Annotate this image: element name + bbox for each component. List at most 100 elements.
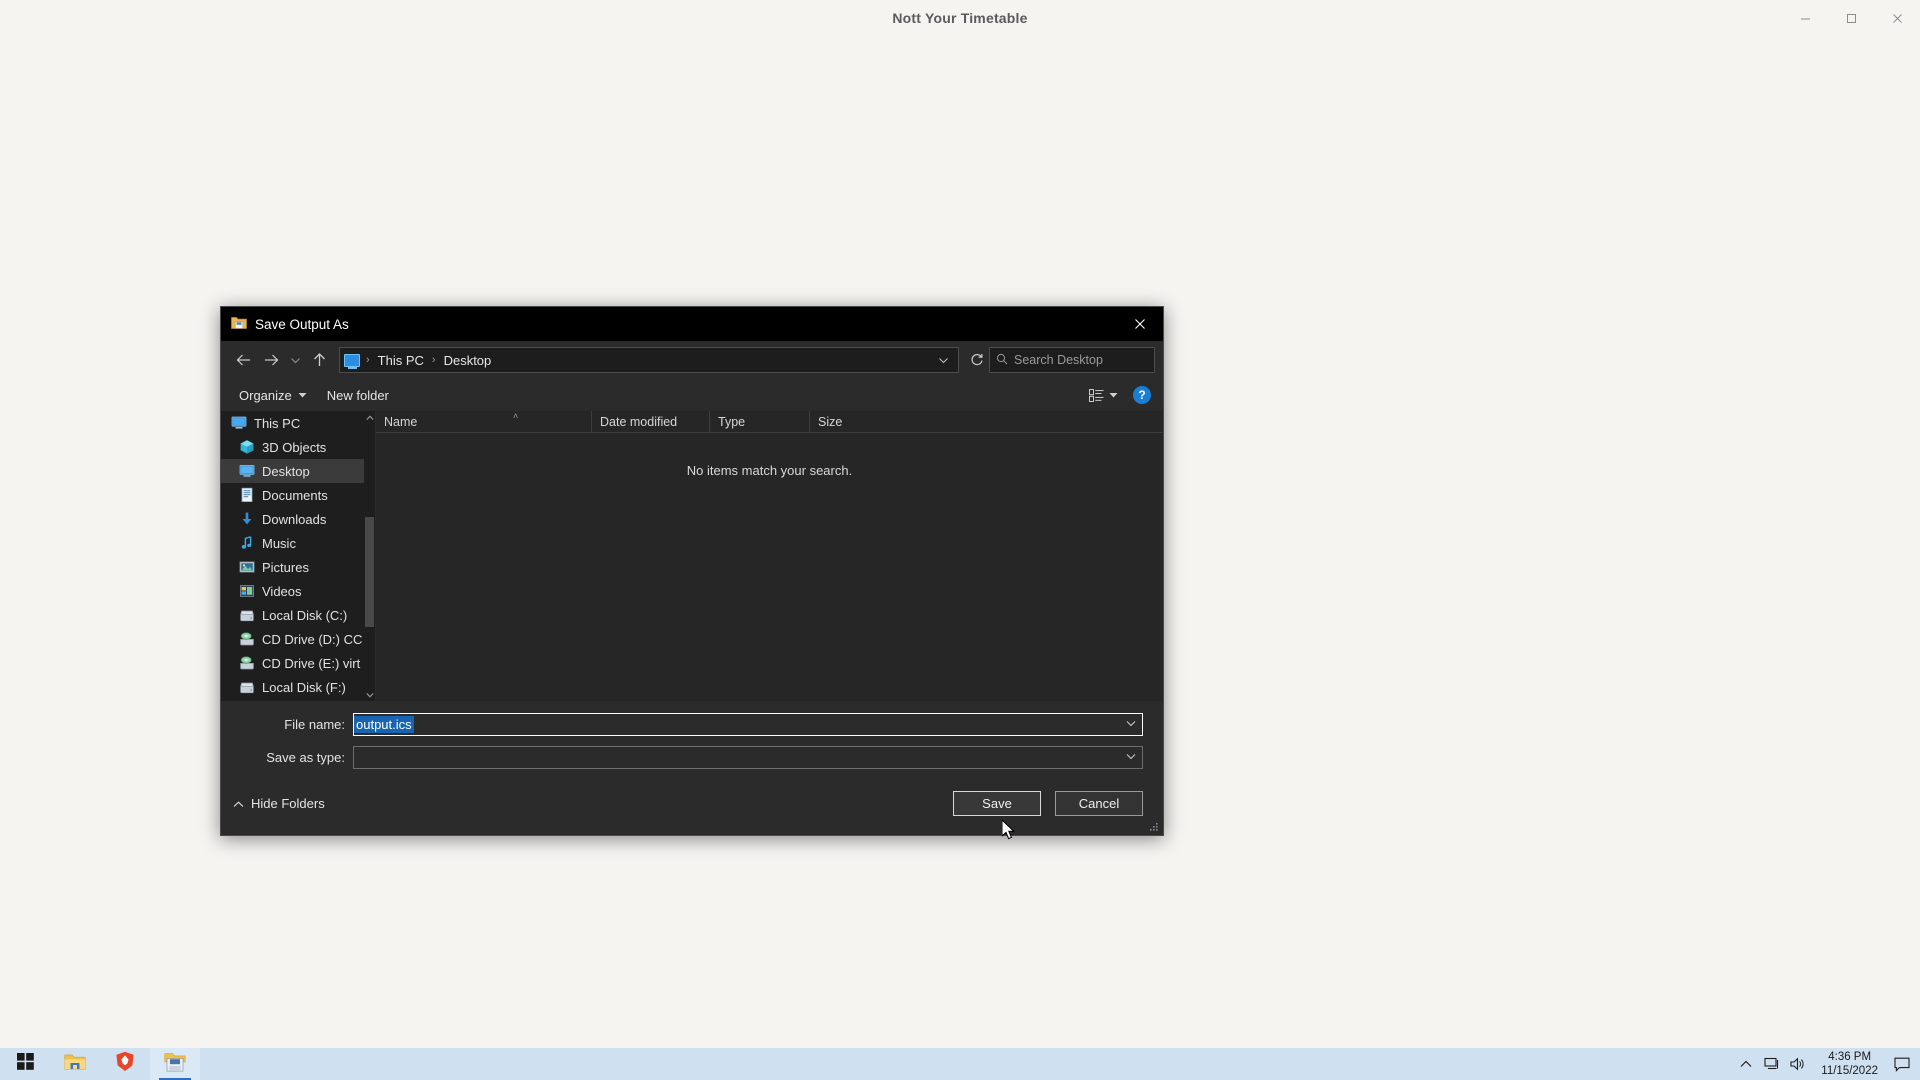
nav-item-label: Pictures — [262, 559, 309, 575]
file-list-column-headers: Name Date modified Type Size ˄ — [376, 411, 1163, 433]
nav-item-music[interactable]: Music — [221, 531, 375, 555]
cd-drive-icon — [239, 655, 255, 671]
scrollbar-thumb[interactable] — [365, 517, 374, 627]
file-name-value: output.ics — [354, 715, 414, 733]
nav-item-label: This PC — [254, 415, 301, 431]
breadcrumb-separator: › — [366, 354, 370, 366]
dialog-title: Save Output As — [255, 316, 349, 332]
view-layout-icon[interactable] — [1084, 386, 1123, 405]
app-window-title: Nott Your Timetable — [892, 10, 1028, 26]
back-arrow-icon[interactable] — [229, 346, 257, 374]
file-name-chevron-down-icon[interactable] — [1126, 719, 1136, 729]
hide-folders-button[interactable]: Hide Folders — [233, 796, 325, 811]
breadcrumb-separator: › — [431, 354, 436, 366]
nav-item-this-pc[interactable]: This PC — [221, 411, 375, 435]
command-bar-right: ? — [1084, 386, 1155, 405]
windows-logo-icon — [16, 1053, 34, 1075]
column-header-date-modified[interactable]: Date modified — [591, 411, 709, 433]
nav-item-local-disk-f[interactable]: Local Disk (F:) — [221, 675, 375, 699]
this-pc-icon — [231, 415, 247, 431]
save-dialog-button[interactable] — [150, 1048, 200, 1080]
file-explorer-button[interactable] — [50, 1048, 100, 1080]
close-icon[interactable] — [1874, 0, 1920, 36]
file-name-label: File name: — [284, 716, 345, 732]
minimize-icon[interactable] — [1782, 0, 1828, 36]
column-header-type[interactable]: Type — [709, 411, 809, 433]
column-header-label: Size — [818, 415, 843, 429]
view-chevron-down-icon — [1109, 391, 1118, 400]
downloads-icon — [239, 511, 255, 527]
show-hidden-icons-chevron-up-icon[interactable] — [1733, 1048, 1759, 1080]
address-bar[interactable]: › This PC › Desktop — [339, 347, 959, 373]
column-header-label: Name — [384, 415, 418, 429]
dialog-action-buttons: Save Cancel — [953, 790, 1143, 816]
taskbar: 4:36 PM 11/15/2022 — [0, 1048, 1920, 1080]
save-as-type-row: Save as type: — [221, 744, 1163, 770]
clock[interactable]: 4:36 PM 11/15/2022 — [1811, 1048, 1888, 1080]
save-as-type-chevron-down-icon[interactable] — [1126, 752, 1136, 762]
nav-item-documents[interactable]: Documents — [221, 483, 375, 507]
nav-item-desktop[interactable]: Desktop — [221, 459, 375, 483]
save-as-type-field[interactable] — [353, 745, 1143, 769]
search-placeholder: Search Desktop — [1014, 353, 1103, 367]
network-icon[interactable] — [1759, 1048, 1785, 1080]
nav-item-cd-drive-d-cc[interactable]: CD Drive (D:) CC — [221, 627, 375, 651]
nav-item-label: Documents — [262, 487, 328, 503]
nav-item-videos[interactable]: Videos — [221, 579, 375, 603]
videos-icon — [239, 583, 255, 599]
nav-item-label: Desktop — [262, 463, 310, 479]
pictures-icon — [239, 559, 255, 575]
column-header-label: Type — [718, 415, 746, 429]
music-icon — [239, 535, 255, 551]
new-folder-button[interactable]: New folder — [317, 384, 399, 407]
scroll-down-icon[interactable] — [364, 688, 375, 701]
nav-item-pictures[interactable]: Pictures — [221, 555, 375, 579]
dialog-close-icon[interactable] — [1117, 307, 1163, 341]
forward-arrow-icon[interactable] — [257, 346, 285, 374]
volume-icon[interactable] — [1785, 1048, 1811, 1080]
save-as-dialog: Save Output As › This PC › Desktop Searc… — [220, 306, 1164, 836]
navigation-pane: This PC 3D Objects Desktop Documents Downloa… — [221, 411, 376, 701]
nav-item-label: Local Disk (C:) — [262, 607, 348, 623]
new-folder-label: New folder — [326, 387, 389, 403]
nav-item-label: CD Drive (E:) virt — [262, 655, 361, 671]
search-icon — [996, 353, 1008, 368]
dialog-titlebar[interactable]: Save Output As — [221, 307, 1163, 341]
nav-item-local-disk-c[interactable]: Local Disk (C:) — [221, 603, 375, 627]
maximize-icon[interactable] — [1828, 0, 1874, 36]
nav-item-label: Music — [262, 535, 296, 551]
clock-time: 4:36 PM — [1828, 1050, 1872, 1063]
refresh-icon[interactable] — [965, 353, 989, 367]
system-tray: 4:36 PM 11/15/2022 — [1733, 1048, 1920, 1080]
nav-item-3d-objects[interactable]: 3D Objects — [221, 435, 375, 459]
breadcrumb-item-desktop[interactable]: Desktop — [439, 352, 497, 369]
nav-item-cd-drive-e-virt[interactable]: CD Drive (E:) virt — [221, 651, 375, 675]
address-bar-chevron-down-icon[interactable] — [932, 356, 954, 365]
scroll-up-icon[interactable] — [364, 411, 375, 424]
clock-date: 11/15/2022 — [1821, 1065, 1878, 1077]
chevron-up-icon — [233, 796, 244, 811]
nav-item-downloads[interactable]: Downloads — [221, 507, 375, 531]
breadcrumb-item-this-pc[interactable]: This PC — [373, 352, 429, 369]
save-button[interactable]: Save — [953, 790, 1041, 816]
resize-grip-icon[interactable] — [1148, 821, 1160, 833]
dialog-main-area: This PC 3D Objects Desktop Documents Downloa… — [221, 411, 1163, 701]
column-header-size[interactable]: Size — [809, 411, 885, 433]
cancel-button[interactable]: Cancel — [1055, 790, 1143, 816]
folder-icon — [64, 1052, 86, 1076]
up-arrow-icon[interactable] — [305, 346, 333, 374]
navigation-pane-scrollbar[interactable] — [364, 411, 375, 701]
file-name-field[interactable]: output.ics — [353, 712, 1143, 736]
start-button[interactable] — [0, 1048, 50, 1080]
search-input[interactable]: Search Desktop — [989, 347, 1155, 373]
notification-icon[interactable] — [1888, 1048, 1916, 1080]
file-name-row: File name: output.ics — [221, 711, 1163, 737]
file-list-pane[interactable]: Name Date modified Type Size ˄ No items matc… — [376, 411, 1163, 701]
recent-locations-chevron-down-icon[interactable] — [285, 346, 305, 374]
brave-browser-button[interactable] — [100, 1048, 150, 1080]
organize-button[interactable]: Organize — [229, 384, 317, 407]
help-button[interactable]: ? — [1133, 386, 1151, 404]
this-pc-icon — [344, 353, 360, 369]
desktop-icon — [239, 463, 255, 479]
column-header-name[interactable]: Name — [376, 411, 591, 433]
